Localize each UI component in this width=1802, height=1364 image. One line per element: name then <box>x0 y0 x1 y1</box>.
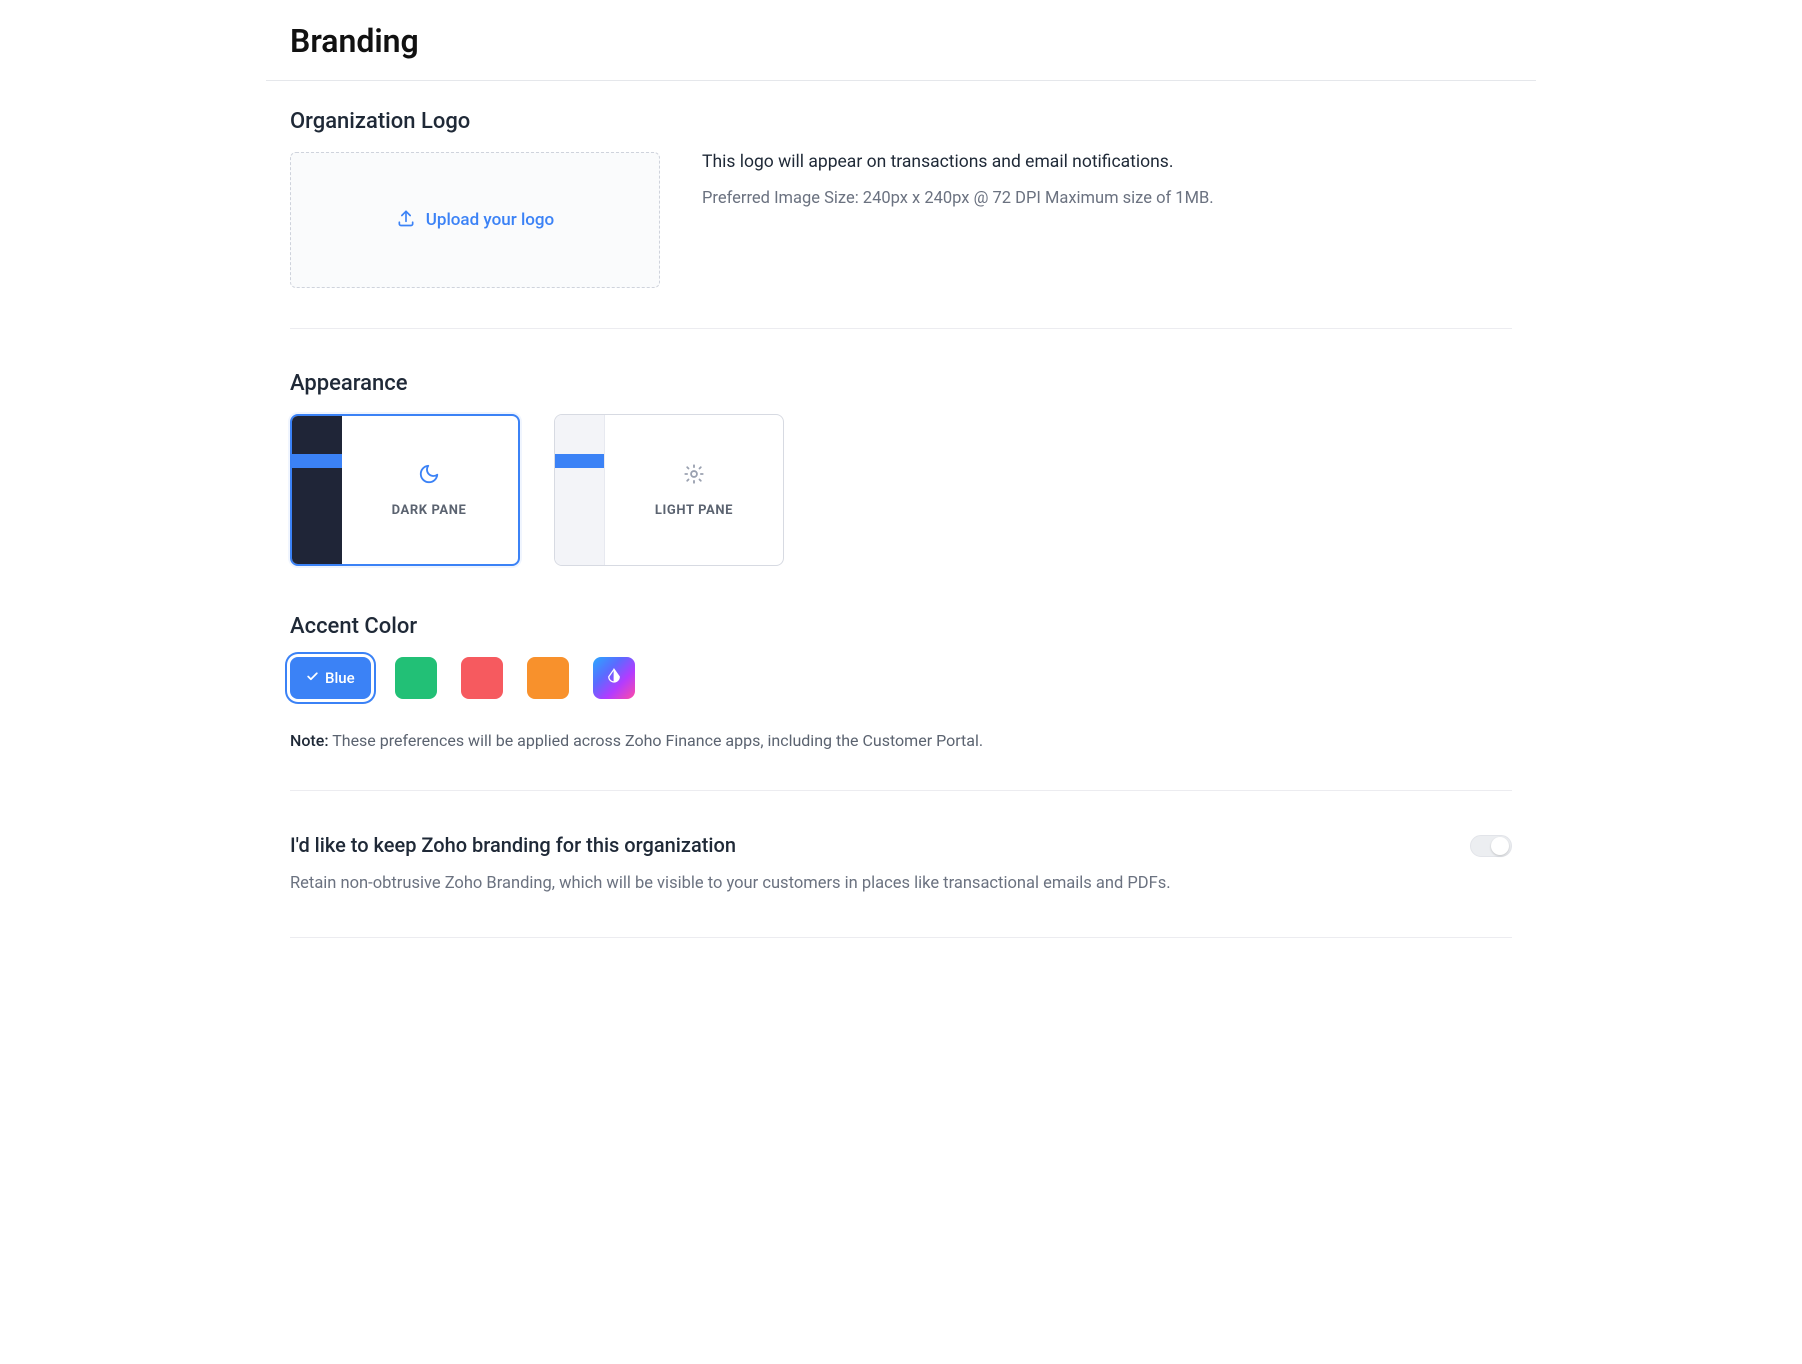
accent-color-green[interactable] <box>395 657 437 699</box>
organization-logo-heading: Organization Logo <box>290 109 1512 134</box>
page-title: Branding <box>290 22 1512 60</box>
divider <box>290 937 1512 938</box>
logo-description-main: This logo will appear on transactions an… <box>702 152 1214 172</box>
accent-color-blue[interactable]: Blue <box>290 657 371 699</box>
divider <box>290 328 1512 329</box>
upload-logo-label: Upload your logo <box>426 210 554 230</box>
logo-description-sub: Preferred Image Size: 240px x 240px @ 72… <box>702 186 1214 212</box>
pane-dark-label: DARK PANE <box>392 503 467 518</box>
upload-logo-box[interactable]: Upload your logo <box>290 152 660 288</box>
moon-icon <box>418 463 440 489</box>
pane-option-light[interactable]: LIGHT PANE <box>554 414 784 566</box>
accent-color-red[interactable] <box>461 657 503 699</box>
accent-note: Note: These preferences will be applied … <box>290 731 1512 750</box>
toggle-knob <box>1491 837 1509 855</box>
appearance-heading: Appearance <box>290 371 1512 396</box>
zoho-branding-description: Retain non-obtrusive Zoho Branding, whic… <box>290 871 1171 897</box>
pane-option-dark[interactable]: DARK PANE <box>290 414 520 566</box>
sun-icon <box>683 463 705 489</box>
check-icon <box>306 669 319 687</box>
upload-icon <box>396 208 416 233</box>
accent-color-custom[interactable] <box>593 657 635 699</box>
appearance-section: Appearance DARK PANE <box>266 343 1536 776</box>
drop-icon <box>605 667 623 689</box>
accent-note-text: These preferences will be applied across… <box>329 731 984 750</box>
zoho-branding-section: I'd like to keep Zoho branding for this … <box>266 805 1536 923</box>
zoho-branding-title: I'd like to keep Zoho branding for this … <box>290 833 1171 857</box>
organization-logo-section: Organization Logo Upload your logo This … <box>266 81 1536 314</box>
pane-dark-sidebar-preview <box>292 416 342 564</box>
accent-color-orange[interactable] <box>527 657 569 699</box>
pane-light-sidebar-preview <box>555 415 605 565</box>
accent-note-label: Note: <box>290 731 329 750</box>
zoho-branding-toggle[interactable] <box>1470 835 1512 857</box>
divider <box>290 790 1512 791</box>
pane-light-label: LIGHT PANE <box>655 503 733 518</box>
accent-color-heading: Accent Color <box>290 614 1512 639</box>
accent-color-blue-label: Blue <box>325 669 355 687</box>
